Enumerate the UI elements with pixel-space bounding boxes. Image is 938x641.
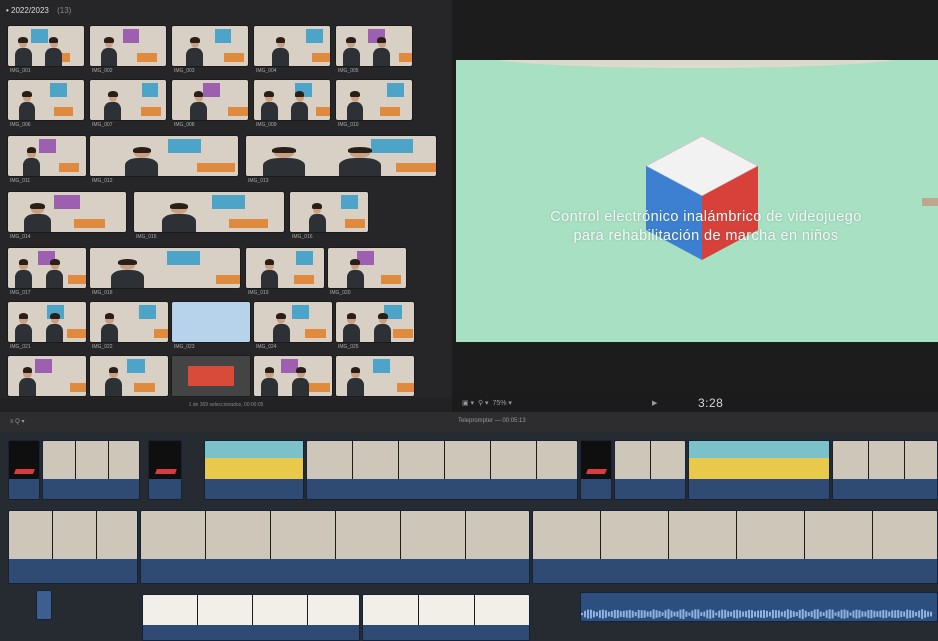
- primary-clip[interactable]: [8, 510, 138, 584]
- clip-thumbnail[interactable]: [7, 247, 87, 289]
- project-label: Teleprompter — 00:05:13: [458, 418, 526, 424]
- clip-thumbnail[interactable]: [7, 191, 127, 233]
- event-header[interactable]: • 2022/2023 (13): [6, 6, 71, 20]
- audio-clip-small[interactable]: [36, 590, 52, 620]
- clip-thumbnail[interactable]: [171, 25, 249, 67]
- title-text: Control electrónico inalámbrico de video…: [486, 208, 926, 246]
- clip-thumbnail[interactable]: [89, 79, 167, 121]
- viewer: Control electrónico inalámbrico de video…: [452, 0, 938, 412]
- clip-thumbnail[interactable]: [253, 79, 331, 121]
- timeline-toolbar: ≡ Q ▾ Teleprompter — 00:05:13: [0, 412, 938, 432]
- clip-thumbnail-label: IMG_009: [256, 122, 277, 128]
- clip-thumbnail[interactable]: [289, 191, 369, 233]
- clip-thumbnail-label: IMG_004: [256, 68, 277, 74]
- viewer-canvas[interactable]: Control electrónico inalámbrico de video…: [456, 60, 938, 342]
- clip-thumbnail-label: IMG_007: [92, 122, 113, 128]
- clip-thumbnail-label: IMG_015: [136, 234, 157, 240]
- clip-thumbnail[interactable]: [7, 355, 87, 397]
- music-audio-clip[interactable]: [580, 592, 938, 622]
- clip-thumbnail[interactable]: [171, 301, 251, 343]
- clip-thumbnail[interactable]: [89, 301, 169, 343]
- zoom-level: 75%: [492, 400, 507, 407]
- title-line-1: Control electrónico inalámbrico de video…: [550, 209, 862, 225]
- connected-clip[interactable]: [362, 594, 530, 641]
- event-count: (13): [57, 6, 72, 15]
- timeline[interactable]: [0, 432, 938, 641]
- clip-thumbnail-label: IMG_008: [174, 122, 195, 128]
- primary-clip[interactable]: [140, 510, 530, 584]
- clip-thumbnail-label: IMG_010: [338, 122, 359, 128]
- clip-thumbnail[interactable]: [171, 79, 249, 121]
- timeline-clip[interactable]: [614, 440, 686, 500]
- timeline-clip[interactable]: [580, 440, 612, 500]
- clip-thumbnail[interactable]: [245, 247, 325, 289]
- clip-thumbnail[interactable]: [335, 25, 413, 67]
- clip-thumbnail-label: IMG_005: [338, 68, 359, 74]
- viewer-toolbar: ▣ ▾ ⚲ ▾ 75% ▾ ▶ 3:28: [452, 393, 938, 412]
- timeline-clip[interactable]: [832, 440, 938, 500]
- clip-thumbnail-label: IMG_003: [174, 68, 195, 74]
- clip-thumbnail[interactable]: [335, 301, 415, 343]
- clip-thumbnail[interactable]: [335, 355, 415, 397]
- clip-thumbnail-label: IMG_025: [338, 344, 359, 350]
- timecode-display: 3:28: [698, 396, 724, 410]
- clip-thumbnail[interactable]: [89, 247, 241, 289]
- timeline-clip[interactable]: [148, 440, 182, 500]
- clip-thumbnail[interactable]: [7, 25, 85, 67]
- clip-thumbnail-label: IMG_024: [256, 344, 277, 350]
- clip-thumbnail-label: IMG_014: [10, 234, 31, 240]
- title-card-top-shape: [486, 60, 906, 68]
- timeline-index-button[interactable]: ≡ Q ▾: [10, 418, 25, 425]
- timeline-clip[interactable]: [204, 440, 304, 500]
- clip-thumbnail-label: IMG_017: [10, 290, 31, 296]
- clip-thumbnail[interactable]: [327, 247, 407, 289]
- clip-thumbnail-label: IMG_013: [248, 178, 269, 184]
- clip-thumbnail-label: IMG_019: [248, 290, 269, 296]
- timeline-clip[interactable]: [8, 440, 40, 500]
- media-browser: • 2022/2023 (13) IMG_001 IMG_002 IMG_003 IM…: [0, 0, 452, 412]
- audio-waveform: [581, 609, 933, 620]
- clip-thumbnail[interactable]: [171, 355, 251, 397]
- clip-thumbnail-label: IMG_018: [92, 290, 113, 296]
- clip-thumbnail[interactable]: [89, 25, 167, 67]
- clip-thumbnail[interactable]: [89, 135, 239, 177]
- clip-thumbnail-label: IMG_001: [10, 68, 31, 74]
- clip-thumbnail[interactable]: [133, 191, 285, 233]
- timeline-clip[interactable]: [688, 440, 830, 500]
- timeline-clip[interactable]: [306, 440, 578, 500]
- clip-thumbnail-label: IMG_021: [10, 344, 31, 350]
- clip-thumbnail[interactable]: [7, 79, 85, 121]
- clip-thumbnail-label: IMG_023: [174, 344, 195, 350]
- zoom-menu[interactable]: ▣ ▾ ⚲ ▾ 75% ▾: [462, 399, 512, 407]
- clip-thumbnail-label: IMG_002: [92, 68, 113, 74]
- browser-status: 1 de 369 seleccionados, 00:00:05: [0, 398, 452, 412]
- clip-thumbnail-label: IMG_016: [292, 234, 313, 240]
- title-line-2: para rehabilitación de marcha en niños: [573, 228, 839, 244]
- clip-thumbnail[interactable]: [253, 355, 333, 397]
- clip-thumbnail-label: IMG_006: [10, 122, 31, 128]
- clip-thumbnail[interactable]: [335, 79, 413, 121]
- clip-thumbnail[interactable]: [7, 301, 87, 343]
- timeline-clip[interactable]: [42, 440, 140, 500]
- clip-thumbnail-label: IMG_020: [330, 290, 351, 296]
- connected-clip[interactable]: [142, 594, 360, 641]
- primary-clip[interactable]: [532, 510, 938, 584]
- clip-thumbnail[interactable]: [7, 135, 87, 177]
- clip-thumbnail-label: IMG_012: [92, 178, 113, 184]
- clip-thumbnail-label: IMG_022: [92, 344, 113, 350]
- event-title: • 2022/2023: [6, 6, 49, 15]
- clip-thumbnail[interactable]: [89, 355, 169, 397]
- clip-thumbnail[interactable]: [253, 25, 331, 67]
- clip-thumbnail-label: IMG_011: [10, 178, 31, 184]
- play-button[interactable]: ▶: [652, 399, 657, 407]
- clip-thumbnail[interactable]: [253, 301, 333, 343]
- clip-thumbnail[interactable]: [245, 135, 437, 177]
- title-edge-shape: [922, 198, 938, 206]
